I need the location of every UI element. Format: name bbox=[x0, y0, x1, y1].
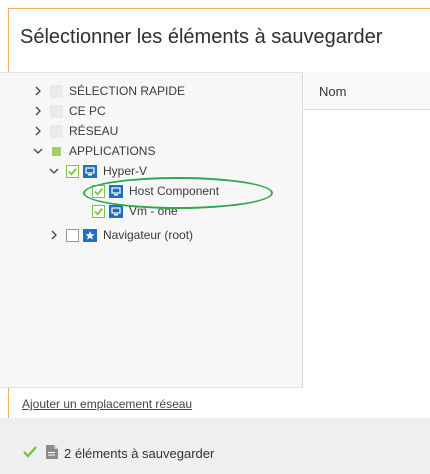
file-list[interactable] bbox=[303, 110, 430, 388]
star-icon bbox=[83, 228, 97, 242]
tree-item-label: CE PC bbox=[69, 104, 106, 118]
checkbox[interactable] bbox=[50, 124, 63, 138]
selection-summary: 2 éléments à sauvegarder bbox=[22, 445, 214, 462]
chevron-right-icon[interactable] bbox=[32, 105, 44, 117]
checkbox-checked[interactable] bbox=[92, 204, 105, 218]
tree-item-label: Navigateur (root) bbox=[103, 228, 194, 242]
chevron-down-icon[interactable] bbox=[32, 145, 44, 157]
tree-item-browser-root[interactable]: Navigateur (root) bbox=[48, 226, 193, 244]
checkbox[interactable] bbox=[66, 228, 79, 242]
virtual-machine-icon bbox=[83, 164, 97, 178]
tree-item-hyper-v[interactable]: Hyper-V bbox=[48, 162, 147, 180]
summary-text: 2 éléments à sauvegarder bbox=[64, 446, 215, 461]
tree-item-label: SÉLECTION RAPIDE bbox=[69, 84, 186, 98]
tree-item-label: RÉSEAU bbox=[69, 124, 119, 138]
dialog-title: Sélectionner les éléments à sauvegarder bbox=[20, 26, 383, 48]
annotation-highlight-ellipse bbox=[83, 177, 273, 209]
tree-item-network[interactable]: RÉSEAU bbox=[32, 122, 118, 140]
tree-item-applications[interactable]: APPLICATIONS bbox=[32, 142, 155, 160]
tree-item-quick-selection[interactable]: SÉLECTION RAPIDE bbox=[32, 82, 185, 100]
checkbox[interactable] bbox=[50, 84, 63, 98]
source-tree: SÉLECTION RAPIDE CE PC RÉSEAU APPLICATIO… bbox=[20, 80, 302, 388]
tree-item-this-pc[interactable]: CE PC bbox=[32, 102, 106, 120]
checkbox-checked[interactable] bbox=[66, 164, 79, 178]
chevron-down-icon[interactable] bbox=[48, 165, 60, 177]
tree-item-label: Hyper-V bbox=[103, 164, 148, 178]
partial-checkbox[interactable] bbox=[52, 146, 61, 156]
tree-item-label: APPLICATIONS bbox=[69, 144, 156, 158]
column-name-label: Nom bbox=[319, 84, 347, 99]
virtual-machine-icon bbox=[109, 204, 123, 218]
chevron-right-icon[interactable] bbox=[32, 85, 44, 97]
chevron-right-icon[interactable] bbox=[32, 125, 44, 137]
checkbox[interactable] bbox=[50, 104, 63, 118]
chevron-right-icon[interactable] bbox=[48, 229, 60, 241]
list-column-header[interactable]: Nom bbox=[303, 72, 430, 110]
document-icon bbox=[46, 445, 58, 462]
add-network-location-link[interactable]: Ajouter un emplacement réseau bbox=[22, 397, 192, 411]
checkmark-icon bbox=[22, 445, 38, 462]
